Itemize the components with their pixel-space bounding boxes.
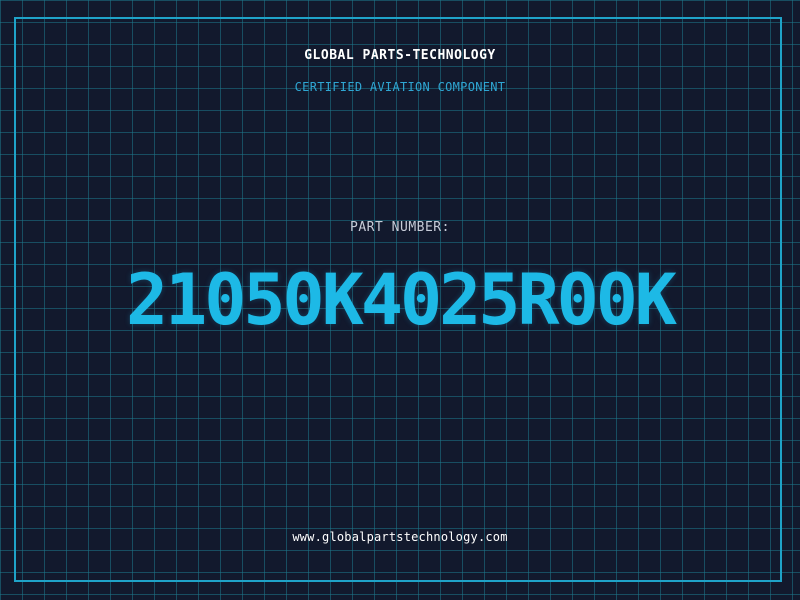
certification-subtitle: CERTIFIED AVIATION COMPONENT <box>294 80 506 94</box>
company-name: GLOBAL PARTS-TECHNOLOGY <box>304 48 496 63</box>
part-number-value: 21050K4025R00K <box>125 259 677 341</box>
part-number-label: PART NUMBER: <box>350 220 450 235</box>
website-url: www.globalpartstechnology.com <box>292 530 508 544</box>
